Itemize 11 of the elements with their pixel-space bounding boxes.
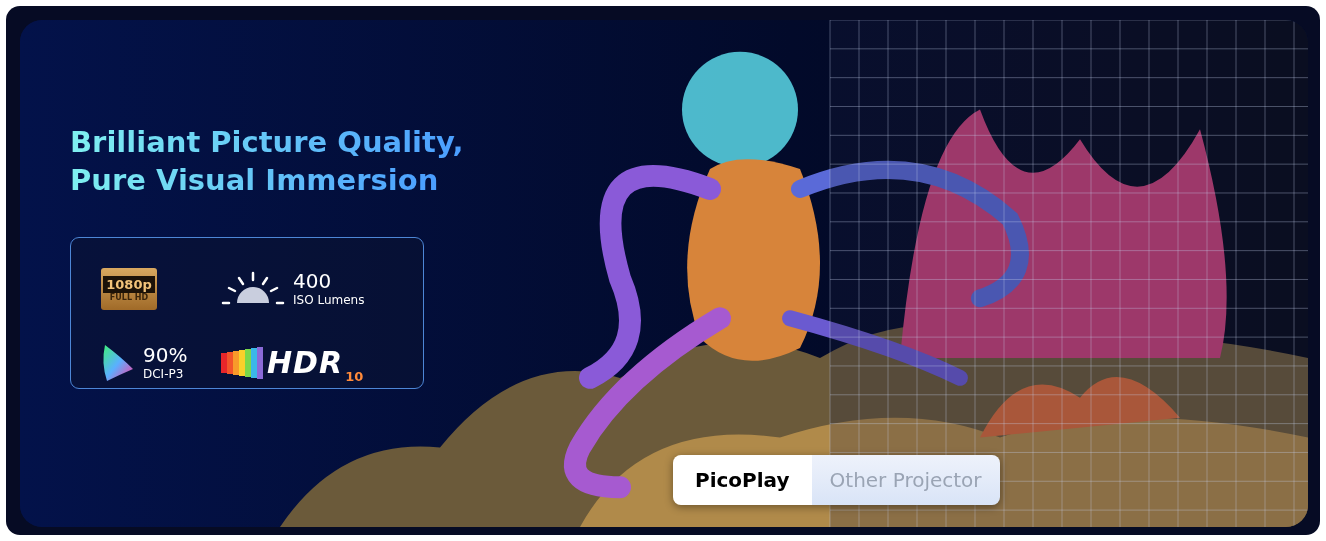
hdr-logo-suffix: 10: [345, 369, 364, 384]
comparison-tab[interactable]: PicoPlay: [673, 455, 812, 505]
lumens-label: ISO Lumens: [293, 292, 365, 307]
lumens-value: 400: [293, 270, 333, 291]
gamut-label: DCI-P3: [143, 366, 185, 381]
hdr-logo-text: HDR: [267, 345, 344, 380]
gamut-value: 90%: [143, 344, 188, 365]
sun-icon: [221, 270, 285, 307]
full-hd-badge: 1080p FULL HD: [101, 267, 157, 310]
color-gamut-icon: [101, 342, 135, 383]
rainbow-bars-icon: [221, 346, 265, 379]
